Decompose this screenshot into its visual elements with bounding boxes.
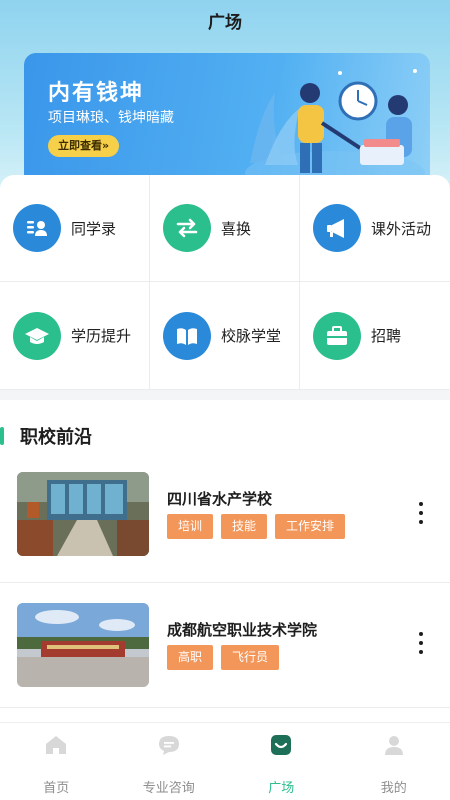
school-name: 成都航空职业技术学院: [167, 621, 318, 639]
grid-label-academy: 校脉学堂: [221, 327, 282, 345]
school-photo-2: [17, 603, 149, 687]
graduation-cap-icon: [13, 311, 61, 360]
banner-subtitle: 项目琳琅、钱坤暗藏: [48, 110, 174, 126]
grid-item-classmates[interactable]: 同学录: [0, 175, 150, 282]
more-options-icon[interactable]: [416, 632, 426, 654]
grid-label-recruit: 招聘: [371, 327, 402, 345]
tab-label-plaza: 广场: [268, 781, 295, 796]
tag: 高职: [167, 645, 214, 670]
profile-icon: [382, 733, 406, 757]
tag: 飞行员: [221, 645, 280, 670]
plaza-icon: [269, 733, 293, 757]
grid-label-classmates: 同学录: [71, 219, 117, 238]
tag: 工作安排: [275, 514, 346, 539]
banner-title: 内有钱坤: [48, 81, 145, 106]
school-name: 四川省水产学校: [167, 490, 273, 508]
tab-label-consult: 专业咨询: [142, 781, 195, 796]
school-card-1[interactable]: 四川省水产学校 培训 技能 工作安排: [0, 458, 450, 583]
tab-profile[interactable]: 我的: [338, 723, 450, 800]
section-title: 职校前沿: [20, 427, 92, 448]
view-now-button[interactable]: 立即查看»: [48, 135, 120, 157]
grid-item-recruit[interactable]: 招聘: [300, 282, 450, 390]
contacts-icon: [13, 204, 61, 252]
page-title: 广场: [208, 13, 242, 33]
school-tags: 培训 技能 工作安排: [167, 514, 346, 539]
grid-item-education[interactable]: 学历提升: [0, 282, 150, 390]
more-options-icon[interactable]: [416, 502, 426, 524]
book-icon: [163, 311, 211, 360]
grid-item-academy[interactable]: 校脉学堂: [150, 282, 300, 390]
bottom-tab-bar: 首页 专业咨询 广场 我的: [0, 722, 450, 800]
grid-item-swap[interactable]: 喜换: [150, 175, 300, 282]
swap-icon: [163, 204, 211, 252]
tab-label-home: 首页: [43, 781, 70, 796]
section-divider: [0, 390, 450, 400]
section-header: 职校前沿: [0, 424, 92, 448]
tab-consult[interactable]: 专业咨询: [113, 723, 226, 800]
school-card-2[interactable]: 成都航空职业技术学院 高职 飞行员: [0, 583, 450, 708]
school-tags: 高职 飞行员: [167, 645, 280, 670]
grid-label-activities: 课外活动: [371, 219, 432, 238]
chat-icon: [157, 733, 181, 757]
home-icon: [44, 733, 68, 757]
tag: 技能: [221, 514, 268, 539]
tab-home[interactable]: 首页: [0, 723, 113, 800]
school-photo-1: [17, 472, 149, 556]
megaphone-icon: [313, 204, 361, 252]
tag: 培训: [167, 514, 214, 539]
briefcase-icon: [313, 311, 361, 360]
grid-item-activities[interactable]: 课外活动: [300, 175, 450, 282]
grid-label-education: 学历提升: [71, 327, 132, 345]
section-accent-bar: [0, 427, 4, 445]
tab-label-profile: 我的: [380, 781, 407, 796]
tab-plaza[interactable]: 广场: [225, 723, 338, 800]
grid-label-swap: 喜换: [221, 219, 252, 238]
feature-grid: 同学录 喜换 课外活动 学历提升 校脉学堂 招聘: [0, 175, 450, 390]
